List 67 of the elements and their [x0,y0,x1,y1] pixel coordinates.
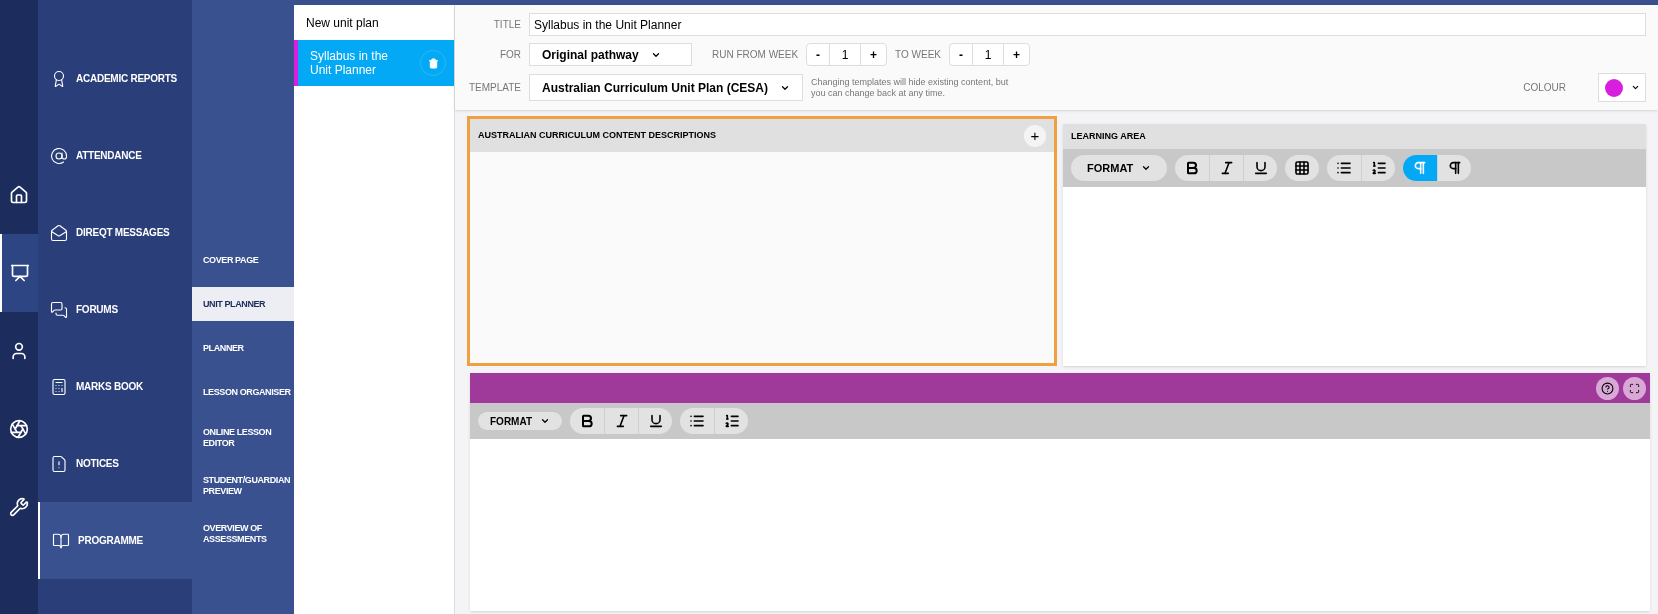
unit-plan-item[interactable]: New unit plan [294,5,454,40]
submenu-item[interactable]: PLANNER [192,331,294,365]
menu-item[interactable]: ATTENDANCE [38,117,192,194]
person-icon [9,341,29,361]
submenu-item[interactable]: UNIT PLANNER [192,287,294,321]
field-label: TO WEEK [895,48,942,62]
menu-item[interactable]: DIREQT MESSAGES [38,194,192,271]
submenu-item[interactable]: OVERVIEW OF ASSESSMENTS [192,515,294,553]
decrement-button[interactable]: - [950,44,974,65]
submenu-item[interactable]: STUDENT/GUARDIAN PREVIEW [192,467,294,505]
easel-icon [10,263,30,283]
menu-item[interactable]: MARKS BOOK [38,348,192,425]
pathway-dropdown[interactable]: Original pathway [529,43,692,66]
menu-item[interactable]: PROGRAMME [38,502,192,579]
book-icon [52,531,70,550]
menu-item[interactable]: NOTICES [38,425,192,502]
underline-icon [1252,160,1269,176]
field-label: RUN FROM WEEK [712,48,799,62]
template-dropdown[interactable]: Australian Curriculum Unit Plan (CESA) [529,74,804,101]
submenu-item[interactable]: COVER PAGE [192,243,294,277]
calculator-icon [50,377,68,396]
expand-icon [1629,382,1640,394]
caret-icon [1141,163,1152,173]
unit-plan-title: Syllabus in the Unit Planner [309,49,390,77]
week-value[interactable]: 1 [830,44,861,65]
table-icon [1294,160,1311,176]
week-value[interactable]: 1 [973,44,1004,65]
trash-icon [427,57,439,69]
caret-icon [1630,83,1640,92]
title-field[interactable]: Syllabus in the Unit Planner [529,13,1646,36]
caret-icon [540,416,551,426]
menu-item[interactable]: ACADEMIC REPORTS [38,40,192,117]
menu-item[interactable]: FORUMS [38,271,192,348]
notice-icon [50,454,68,473]
add-button[interactable]: + [1024,124,1046,147]
field-label: TITLE [492,18,521,32]
bold-icon [579,413,596,429]
format-dropdown[interactable]: FORMAT [478,412,563,430]
unit-plan-title: New unit plan [305,15,380,30]
bullet-list-icon [1336,160,1353,176]
wrench-icon [9,497,29,517]
colour-picker[interactable] [1598,73,1646,102]
underline-icon [647,413,664,429]
increment-button[interactable]: + [860,44,887,65]
panel-title: AUSTRALIAN CURRICULUM CONTENT DESCRIPTIONS [478,128,716,142]
format-dropdown[interactable]: FORMAT [1071,155,1168,181]
numbered-list-icon [723,413,740,429]
submenu-item[interactable]: ONLINE LESSON EDITOR [192,419,294,457]
bullet-list-icon [689,413,706,429]
fullscreen-button[interactable] [1623,376,1646,400]
field-label: TEMPLATE [467,81,521,95]
submenu-item[interactable]: LESSON ORGANISER [192,375,294,409]
bold-icon [1184,160,1201,176]
envelope-icon [50,223,68,242]
at-sign-icon [50,146,68,165]
decrement-button[interactable]: - [807,44,831,65]
help-icon [1601,381,1614,395]
help-button[interactable] [1596,376,1619,400]
chat-icon [50,300,68,319]
home-icon [9,185,29,205]
field-label: COLOUR [1523,81,1566,95]
numbered-list-icon [1370,160,1387,176]
template-hint: Changing templates will hide existing content, but you can change back at any time. [811,76,1010,99]
panel-title: LEARNING AREA [1071,129,1146,143]
aperture-icon [9,419,29,439]
increment-button[interactable]: + [1003,44,1030,65]
field-label: FOR [498,48,521,62]
